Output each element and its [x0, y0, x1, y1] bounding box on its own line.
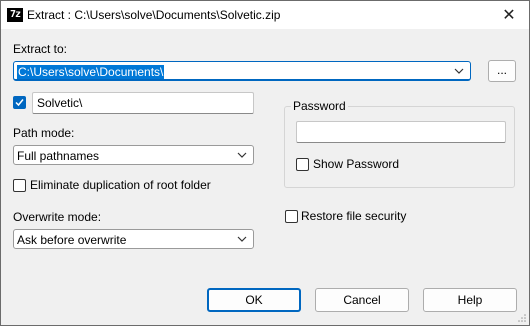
subfolder-name-value: Solvetic\: [37, 96, 83, 110]
restore-security-label[interactable]: Restore file security: [301, 209, 406, 223]
overwrite-mode-value: Ask before overwrite: [17, 233, 127, 247]
overwrite-mode-select[interactable]: Ask before overwrite: [13, 229, 254, 249]
7zip-app-icon: 7z: [7, 8, 23, 22]
show-password-label[interactable]: Show Password: [313, 157, 399, 171]
chevron-down-icon: [237, 236, 247, 242]
password-group-label: Password: [291, 99, 348, 113]
show-password-checkbox[interactable]: [296, 158, 309, 171]
restore-security-checkbox[interactable]: [285, 210, 298, 223]
path-mode-label: Path mode:: [13, 126, 75, 140]
path-mode-select[interactable]: Full pathnames: [13, 145, 254, 165]
password-input[interactable]: [296, 121, 506, 143]
resize-grip-icon[interactable]: [517, 313, 527, 323]
window-title: Extract : C:\Users\solve\Documents\Solve…: [27, 8, 281, 22]
cancel-button[interactable]: Cancel: [315, 288, 409, 312]
eliminate-duplication-checkbox[interactable]: [13, 179, 26, 192]
extract-dialog: 7z Extract : C:\Users\solve\Documents\So…: [0, 0, 530, 326]
chevron-down-icon[interactable]: [454, 66, 464, 76]
close-button[interactable]: ✕: [489, 1, 529, 29]
help-button[interactable]: Help: [423, 288, 517, 312]
browse-button[interactable]: ...: [488, 60, 516, 82]
extract-to-path-text: C:\Users\solve\Documents\: [17, 65, 165, 79]
title-bar[interactable]: 7z Extract : C:\Users\solve\Documents\So…: [1, 1, 529, 29]
overwrite-mode-label: Overwrite mode:: [13, 210, 102, 224]
eliminate-duplication-label[interactable]: Eliminate duplication of root folder: [30, 178, 211, 192]
extract-to-label: Extract to:: [13, 42, 68, 56]
subfolder-checkbox[interactable]: [13, 96, 26, 109]
subfolder-name-input[interactable]: Solvetic\: [32, 92, 254, 114]
password-group: [284, 106, 515, 188]
ok-button[interactable]: OK: [207, 288, 301, 312]
dialog-body: Extract to: C:\Users\solve\Documents\ ..…: [1, 29, 529, 325]
chevron-down-icon: [237, 152, 247, 158]
checkmark-icon: [15, 99, 24, 107]
extract-to-path-combo[interactable]: C:\Users\solve\Documents\: [13, 61, 471, 81]
path-mode-value: Full pathnames: [17, 149, 100, 163]
